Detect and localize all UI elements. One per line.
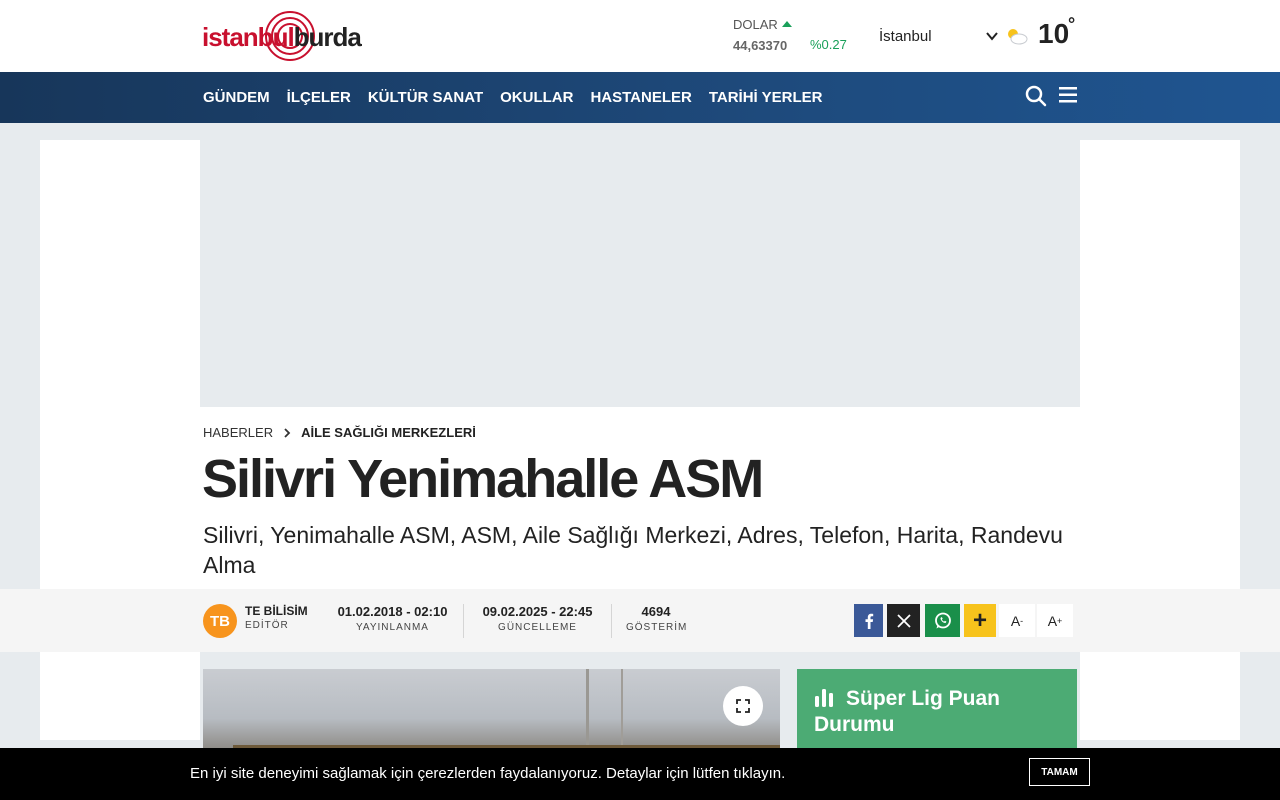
league-title[interactable]: Süper Lig Puan Durumu — [814, 686, 1064, 738]
top-header — [0, 0, 1280, 72]
font-increase-button[interactable]: A + — [1037, 604, 1073, 637]
logo-text: istanbulburda — [202, 22, 362, 53]
share-facebook-button[interactable] — [854, 604, 883, 637]
cookie-message[interactable]: En iyi site deneyimi sağlamak için çerez… — [190, 765, 785, 782]
share-more-button[interactable]: + — [964, 604, 996, 637]
font-decrease-sign: - — [1020, 615, 1024, 626]
degree-symbol: ° — [1068, 14, 1076, 34]
meta-divider — [463, 604, 464, 638]
article-subtitle: Silivri, Yenimahalle ASM, ASM, Aile Sağl… — [203, 522, 1063, 578]
share-whatsapp-button[interactable] — [925, 604, 960, 637]
currency-widget: DOLAR 44,63370 %0.27 — [733, 16, 847, 53]
currency-change: %0.27 — [810, 37, 847, 52]
published-value: 01.02.2018 - 02:10 — [337, 604, 448, 619]
nav-item-ilceler[interactable]: İLÇELER — [287, 89, 351, 106]
chevron-right-icon — [284, 427, 291, 438]
published-label: YAYINLANMA — [356, 622, 429, 633]
updated-label: GÜNCELLEME — [498, 622, 577, 633]
chevron-down-icon[interactable] — [985, 29, 999, 43]
nav-item-kultur-sanat[interactable]: KÜLTÜR SANAT — [368, 89, 483, 106]
hamburger-menu-icon[interactable] — [1059, 86, 1077, 104]
font-increase-sign: + — [1057, 615, 1063, 626]
breadcrumb: HABERLER AİLE SAĞLIĞI MERKEZLERİ — [203, 425, 476, 440]
font-decrease-button[interactable]: A- — [999, 604, 1035, 637]
search-icon[interactable] — [1024, 84, 1048, 108]
meta-divider — [611, 604, 612, 638]
author-avatar[interactable]: TB — [203, 604, 237, 638]
view-count: 4694 GÖSTERİM — [626, 604, 686, 633]
facebook-icon — [865, 613, 873, 629]
fullscreen-button[interactable] — [723, 686, 763, 726]
nav-menu: GÜNDEM İLÇELER KÜLTÜR SANAT OKULLAR HAST… — [203, 89, 822, 106]
views-label: GÖSTERİM — [626, 622, 688, 633]
font-increase-label: A — [1047, 612, 1058, 629]
article-title: Silivri Yenimahalle ASM — [202, 449, 764, 509]
city-selector[interactable]: İstanbul — [879, 28, 932, 45]
logo-part-burda: burda — [293, 22, 362, 52]
author-role: EDİTÖR — [245, 620, 289, 631]
arrow-up-icon — [781, 21, 792, 27]
top-ad-area — [200, 140, 1080, 406]
x-twitter-icon — [896, 613, 911, 628]
share-x-button[interactable] — [887, 604, 920, 637]
main-navigation: GÜNDEM İLÇELER KÜLTÜR SANAT OKULLAR HAST… — [0, 72, 1280, 123]
updated-date: 09.02.2025 - 22:45 GÜNCELLEME — [478, 604, 597, 633]
cookie-accept-button[interactable]: TAMAM — [1029, 758, 1090, 786]
partly-cloudy-icon — [1008, 29, 1028, 45]
whatsapp-icon — [934, 612, 951, 628]
published-date: 01.02.2018 - 02:10 YAYINLANMA — [336, 604, 449, 633]
breadcrumb-home[interactable]: HABERLER — [203, 425, 273, 440]
nav-item-tarihi-yerler[interactable]: TARİHİ YERLER — [709, 89, 823, 106]
expand-icon — [736, 699, 750, 713]
nav-item-okullar[interactable]: OKULLAR — [500, 89, 573, 106]
temperature: 10 — [1038, 18, 1070, 49]
views-value: 4694 — [641, 604, 671, 619]
updated-value: 09.02.2025 - 22:45 — [482, 604, 593, 619]
currency-label: DOLAR — [733, 17, 778, 32]
currency-value: 44,63370 — [733, 38, 788, 53]
site-logo[interactable]: istanbulburda — [202, 10, 362, 62]
breadcrumb-category[interactable]: AİLE SAĞLIĞI MERKEZLERİ — [301, 425, 476, 440]
font-decrease-label: A — [1010, 612, 1021, 629]
author-name[interactable]: TE BİLİSİM — [245, 604, 308, 618]
logo-part-istanbul: istanbul — [202, 22, 295, 52]
article-image — [203, 669, 780, 759]
nav-item-hastaneler[interactable]: HASTANELER — [590, 89, 691, 106]
nav-item-gundem[interactable]: GÜNDEM — [203, 89, 270, 106]
